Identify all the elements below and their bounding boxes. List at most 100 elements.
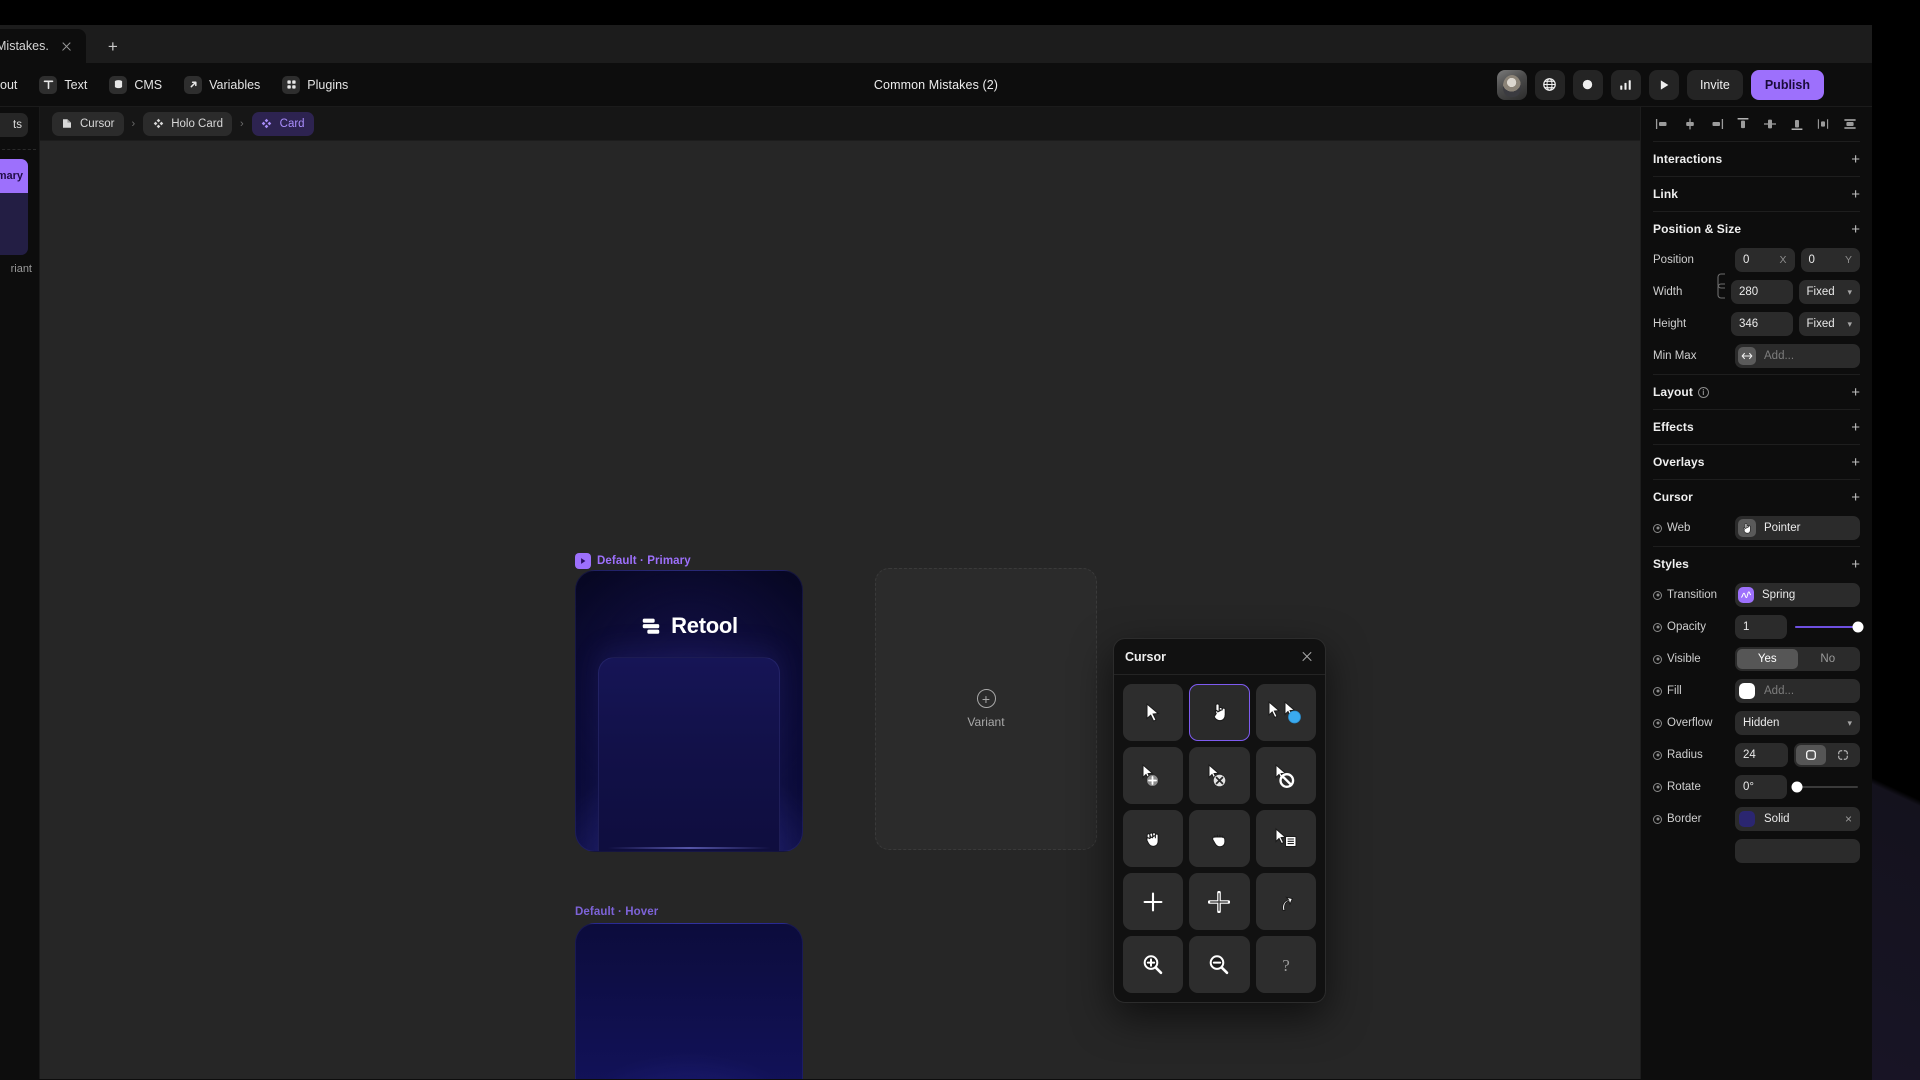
radius-mode-individual[interactable] <box>1828 745 1858 765</box>
toolbar-item-text[interactable]: Text <box>30 71 96 99</box>
radius-input[interactable]: 24 <box>1735 743 1788 767</box>
avatar[interactable] <box>1496 69 1527 100</box>
position-x-input[interactable]: 0 X <box>1735 248 1795 272</box>
remove-border-icon[interactable]: × <box>1845 813 1852 825</box>
section-link[interactable]: Link + <box>1641 177 1872 211</box>
section-overlays[interactable]: Overlays + <box>1641 445 1872 479</box>
close-icon[interactable] <box>59 39 74 54</box>
cursor-option-grab[interactable] <box>1123 810 1184 867</box>
visible-option-no[interactable]: No <box>1798 649 1859 669</box>
visible-option-yes[interactable]: Yes <box>1737 649 1798 669</box>
cursor-option-default[interactable] <box>1123 684 1184 741</box>
opacity-input[interactable]: 1 <box>1735 615 1787 639</box>
section-effects[interactable]: Effects + <box>1641 410 1872 444</box>
cursor-option-cell[interactable] <box>1189 873 1250 930</box>
height-mode-select[interactable]: Fixed ▾ <box>1798 312 1860 336</box>
add-icon[interactable]: + <box>1851 152 1860 167</box>
cursor-option-zoom-in[interactable] <box>1123 936 1184 993</box>
frame-label-hover[interactable]: Default · Hover <box>575 906 658 918</box>
section-styles[interactable]: Styles + <box>1641 547 1872 581</box>
opacity-slider[interactable] <box>1793 615 1864 639</box>
border-color-swatch[interactable] <box>1739 811 1755 827</box>
add-icon[interactable]: + <box>1851 222 1860 237</box>
align-middle-icon[interactable] <box>1760 114 1780 134</box>
distribute-vertical-icon[interactable] <box>1840 114 1860 134</box>
slider-knob[interactable] <box>1852 621 1864 633</box>
fill-color-swatch[interactable] <box>1739 683 1755 699</box>
slider-knob[interactable] <box>1791 781 1803 793</box>
rotate-slider[interactable] <box>1791 775 1860 799</box>
analytics-icon[interactable] <box>1610 69 1641 100</box>
cursor-option-no-drop[interactable] <box>1189 747 1250 804</box>
section-cursor[interactable]: Cursor + <box>1641 480 1872 514</box>
align-top-icon[interactable] <box>1733 114 1753 134</box>
add-icon[interactable]: + <box>1851 557 1860 572</box>
sidebar-chip[interactable]: ts <box>0 113 28 137</box>
cursor-option-context-menu[interactable] <box>1255 810 1316 867</box>
extra-style-field[interactable] <box>1735 839 1860 863</box>
web-cursor-select[interactable]: Pointer <box>1735 516 1860 540</box>
info-icon[interactable]: i <box>1697 386 1709 398</box>
record-icon[interactable] <box>1572 69 1603 100</box>
artboard-default-hover[interactable] <box>575 923 803 1079</box>
border-select[interactable]: Solid × <box>1735 807 1860 831</box>
close-icon[interactable] <box>1300 650 1314 664</box>
cursor-option-help[interactable]: ? <box>1255 936 1316 993</box>
canvas-area[interactable]: Cursor › Holo Card › Card Default · Prim… <box>40 107 1640 1079</box>
artboard-default-primary[interactable]: Retool <box>575 570 803 852</box>
fill-input[interactable]: Add... <box>1735 679 1860 703</box>
browser-tab[interactable]: Mistakes. <box>0 29 86 63</box>
align-right-icon[interactable] <box>1706 114 1726 134</box>
cursor-option-copy[interactable] <box>1123 747 1184 804</box>
cursor-option-grabbing[interactable] <box>1189 810 1250 867</box>
align-bottom-icon[interactable] <box>1787 114 1807 134</box>
add-icon[interactable]: + <box>1851 385 1860 400</box>
add-variant-card[interactable]: + Variant <box>875 568 1097 850</box>
transition-select[interactable]: Spring <box>1735 583 1860 607</box>
overflow-select[interactable]: Hidden ▾ <box>1735 711 1860 735</box>
cursor-option-not-allowed[interactable] <box>1255 747 1316 804</box>
toolbar-item-variables[interactable]: Variables <box>175 71 269 99</box>
add-icon[interactable]: + <box>1851 455 1860 470</box>
cursor-option-alias[interactable] <box>1255 873 1316 930</box>
distribute-horizontal-icon[interactable] <box>1813 114 1833 134</box>
align-center-horizontal-icon[interactable] <box>1680 114 1700 134</box>
breadcrumb-item-cursor[interactable]: Cursor <box>52 111 124 136</box>
section-interactions[interactable]: Interactions + <box>1641 142 1872 176</box>
height-input[interactable]: 346 <box>1731 312 1793 336</box>
cursor-option-zoom-out[interactable] <box>1189 936 1250 993</box>
add-icon[interactable]: + <box>1851 420 1860 435</box>
section-layout[interactable]: Layout i + <box>1641 375 1872 409</box>
radius-mode-toggle[interactable] <box>1794 743 1860 767</box>
cursor-option-crosshair[interactable] <box>1123 873 1184 930</box>
toolbar-item-cms[interactable]: CMS <box>100 71 171 99</box>
cursor-popover[interactable]: Cursor ? <box>1113 638 1326 1003</box>
add-icon[interactable]: + <box>1851 187 1860 202</box>
position-y-input[interactable]: 0 Y <box>1800 248 1860 272</box>
transition-label: Transition <box>1653 589 1729 601</box>
publish-button[interactable]: Publish <box>1750 69 1824 100</box>
add-icon[interactable]: + <box>1851 490 1860 505</box>
new-tab-button[interactable]: + <box>100 33 126 59</box>
align-left-icon[interactable] <box>1653 114 1673 134</box>
radius-mode-all[interactable] <box>1796 745 1826 765</box>
visible-toggle[interactable]: Yes No <box>1735 647 1860 671</box>
toolbar-item-layout[interactable]: out <box>0 71 26 99</box>
frame-label-primary[interactable]: Default · Primary <box>575 553 691 569</box>
width-mode-select[interactable]: Fixed ▾ <box>1798 280 1860 304</box>
invite-button[interactable]: Invite <box>1686 69 1743 100</box>
properties-panel[interactable]: Interactions + Link + Position & Size + … <box>1640 107 1872 1079</box>
rotate-input[interactable]: 0° <box>1735 775 1787 799</box>
globe-icon[interactable] <box>1534 69 1565 100</box>
breadcrumb-item-holo-card[interactable]: Holo Card <box>143 111 232 136</box>
toolbar-item-plugins[interactable]: Plugins <box>273 71 357 99</box>
sidebar-variant-card[interactable]: mary <box>0 159 28 255</box>
breadcrumb-item-card[interactable]: Card <box>251 111 314 136</box>
preview-play-icon[interactable] <box>1648 69 1679 100</box>
cursor-option-progress[interactable] <box>1255 684 1316 741</box>
section-position-size[interactable]: Position & Size + <box>1641 212 1872 246</box>
canvas-stage[interactable]: Default · Primary Retool + Variant Defau… <box>40 141 1640 1079</box>
cursor-option-pointer[interactable] <box>1189 684 1250 741</box>
min-max-input[interactable]: Add... <box>1735 344 1860 368</box>
width-input[interactable]: 280 <box>1731 280 1793 304</box>
